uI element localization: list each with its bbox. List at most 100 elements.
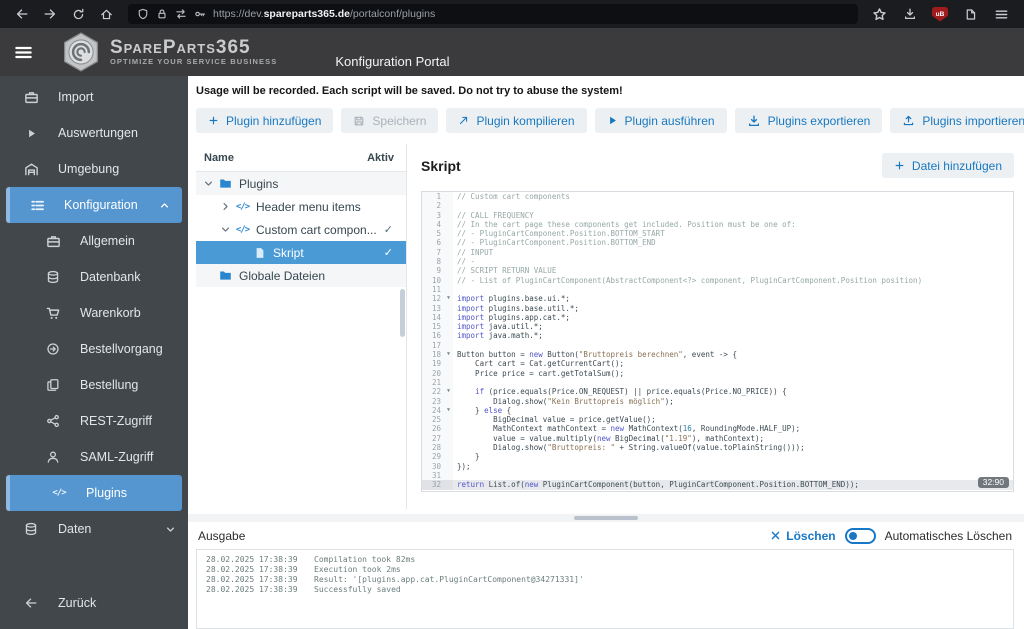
sidebar-item-plugins[interactable]: </> Plugins xyxy=(6,475,182,511)
key-icon[interactable] xyxy=(194,8,206,20)
code-line[interactable]: 18 ▼ Button button = new Button("Bruttopre… xyxy=(422,350,1013,360)
address-bar[interactable]: https://dev.spareparts365.de/portalconf/… xyxy=(128,4,858,24)
panel-splitter[interactable] xyxy=(188,514,1024,522)
code-line[interactable]: 7 // INPUT xyxy=(422,247,1013,258)
hamburger-menu-icon[interactable] xyxy=(14,43,48,62)
plus-icon xyxy=(208,115,219,126)
tree-row-label: Globale Dateien xyxy=(239,268,326,283)
code-line[interactable]: 3 // CALL FREQUENCY xyxy=(422,210,1013,220)
fold-gutter xyxy=(444,433,453,444)
code-line[interactable]: 24 ▼ } else { xyxy=(422,405,1013,416)
fold-arrow-icon[interactable]: ▼ xyxy=(444,294,453,304)
code-editor[interactable]: 1 // Custom cart components 2 3 // CALL FREQ… xyxy=(421,191,1014,492)
run-plugin-button[interactable]: Plugin ausführen xyxy=(594,108,727,133)
sidebar-item-umgebung[interactable]: Umgebung xyxy=(0,151,188,187)
code-line[interactable]: 29 } xyxy=(422,452,1013,462)
code-line[interactable]: 11 xyxy=(422,284,1013,295)
compile-plugin-button[interactable]: Plugin kompilieren xyxy=(446,108,587,133)
sidebar-item-konfiguration[interactable]: Konfiguration xyxy=(6,187,182,223)
add-file-button[interactable]: Datei hinzufügen xyxy=(881,153,1014,178)
export-plugins-button[interactable]: Plugins exportieren xyxy=(734,108,883,133)
log-row: 28.02.2025 17:38:39 Compilation took 82ms xyxy=(206,555,1004,565)
downloads-icon[interactable] xyxy=(901,3,919,25)
fold-arrow-icon[interactable]: ▼ xyxy=(444,350,453,360)
adblock-extension-icon[interactable]: uB xyxy=(932,6,948,22)
chevron-right-icon[interactable] xyxy=(217,201,234,212)
bookmark-star-icon[interactable] xyxy=(870,3,888,25)
code-line[interactable]: 4 // In the cart page these components ge… xyxy=(422,219,1013,230)
code-line[interactable]: 17 xyxy=(422,340,1013,351)
fold-arrow-icon[interactable]: ▼ xyxy=(444,405,453,416)
line-number: 11 xyxy=(422,284,444,295)
tree-scrollbar-thumb[interactable] xyxy=(400,289,405,337)
code-line[interactable]: 21 xyxy=(422,377,1013,388)
add-plugin-button[interactable]: Plugin hinzufügen xyxy=(196,108,334,133)
code-line[interactable]: 8 // - xyxy=(422,257,1013,267)
sidebar-item-bestellung[interactable]: Bestellung xyxy=(0,367,188,403)
tree-row-plugins[interactable]: Plugins xyxy=(196,172,406,195)
code-line[interactable]: 32 return List.of(new PluginCartComponent… xyxy=(422,480,1013,490)
sidebar-item-warenkorb[interactable]: Warenkorb xyxy=(0,295,188,331)
shield-icon[interactable] xyxy=(137,8,149,20)
code-line[interactable]: 31 xyxy=(422,470,1013,481)
clear-output-button[interactable]: Löschen xyxy=(770,529,836,543)
code-line[interactable]: 14 import plugins.app.cat.*; xyxy=(422,312,1013,323)
code-line[interactable]: 2 xyxy=(422,201,1013,211)
code-line[interactable]: 22 ▼ if (price.equals(Price.ON_REQUEST) |… xyxy=(422,387,1013,397)
browser-home-icon[interactable] xyxy=(94,3,118,25)
code-line[interactable]: 15 import java.util.*; xyxy=(422,322,1013,332)
code-line[interactable]: 27 value = value.multiply(new BigDecimal… xyxy=(422,433,1013,444)
sidebar-item-import[interactable]: Import xyxy=(0,79,188,115)
extension-icon[interactable] xyxy=(961,3,979,25)
code-line[interactable]: 10 // - List of PluginCartComponent(Abstr… xyxy=(422,275,1013,285)
swap-icon[interactable] xyxy=(175,8,187,20)
code-line[interactable]: 20 Price price = cart.getTotalSum(); xyxy=(422,368,1013,378)
code-text: value = value.multiply(new BigDecimal("1… xyxy=(457,433,765,443)
code-text: BigDecimal value = price.getValue(); xyxy=(457,415,656,425)
tree-row-skript[interactable]: Skript ✓ xyxy=(196,241,406,264)
browser-menu-icon[interactable] xyxy=(992,3,1010,25)
code-line[interactable]: 9 // SCRIPT RETURN VALUE xyxy=(422,266,1013,276)
code-line[interactable]: 19 Cart cart = Cat.getCurrentCart(); xyxy=(422,359,1013,369)
chevron-down-icon[interactable] xyxy=(200,178,217,189)
tree-row-custom-cart-compon[interactable]: </> Custom cart compon... ✓ xyxy=(196,218,406,241)
sidebar-item-auswertungen[interactable]: Auswertungen xyxy=(0,115,188,151)
code-line[interactable]: 5 // - PluginCartComponent.Position.BOTTO… xyxy=(422,229,1013,239)
code-line[interactable]: 13 import plugins.base.util.*; xyxy=(422,303,1013,313)
splitter-handle[interactable] xyxy=(574,515,638,520)
sidebar-item-rest-zugriff[interactable]: REST-Zugriff xyxy=(0,403,188,439)
code-line[interactable]: 26 MathContext mathContext = new MathCon… xyxy=(422,424,1013,434)
chevron-down-icon[interactable] xyxy=(217,224,234,235)
code-line[interactable]: 23 Dialog.show("Kein Bruttopreis möglich… xyxy=(422,396,1013,406)
code-line[interactable]: 1 // Custom cart components xyxy=(422,192,1013,202)
sidebar-item-daten[interactable]: Daten xyxy=(0,511,188,547)
sidebar-back-button[interactable]: Zurück xyxy=(0,585,188,621)
code-line[interactable]: 6 // - PluginCartComponent.Position.BOTTO… xyxy=(422,238,1013,248)
sidebar-item-allgemein[interactable]: Allgemein xyxy=(0,223,188,259)
code-line[interactable]: 16 import java.math.*; xyxy=(422,331,1013,341)
sidebar-item-saml-zugriff[interactable]: SAML-Zugriff xyxy=(0,439,188,475)
browser-forward-icon[interactable] xyxy=(38,3,62,25)
lock-icon[interactable] xyxy=(156,8,168,20)
tree-row-header-menu-items[interactable]: </> Header menu items xyxy=(196,195,406,218)
sidebar-item-label: Import xyxy=(58,90,94,104)
code-line[interactable]: 28 Dialog.show("Bruttopreis: " + String.… xyxy=(422,443,1013,453)
code-text: } else { xyxy=(457,405,512,415)
sidebar-item-datenbank[interactable]: Datenbank xyxy=(0,259,188,295)
code-line[interactable]: 25 BigDecimal value = price.getValue(); xyxy=(422,415,1013,425)
fold-arrow-icon[interactable]: ▼ xyxy=(444,387,453,397)
import-plugins-button[interactable]: Plugins importieren xyxy=(890,108,1024,133)
code-text: // - xyxy=(457,257,476,267)
tree-row-globale-dateien[interactable]: Globale Dateien xyxy=(196,264,406,287)
code-line[interactable]: 12 ▼ import plugins.base.ui.*; xyxy=(422,294,1013,304)
sidebar-item-bestellvorgang[interactable]: Bestellvorgang xyxy=(0,331,188,367)
output-log[interactable]: 28.02.2025 17:38:39 Compilation took 82ms… xyxy=(196,548,1014,629)
code-line[interactable]: 30}); xyxy=(422,461,1013,471)
browser-reload-icon[interactable] xyxy=(66,3,90,25)
code-text: Price price = cart.getTotalSum(); xyxy=(457,368,625,378)
browser-back-icon[interactable] xyxy=(10,3,34,25)
auto-clear-toggle[interactable] xyxy=(844,527,876,544)
share-icon xyxy=(44,414,62,428)
line-number: 15 xyxy=(422,322,444,332)
compile-icon xyxy=(458,115,469,126)
